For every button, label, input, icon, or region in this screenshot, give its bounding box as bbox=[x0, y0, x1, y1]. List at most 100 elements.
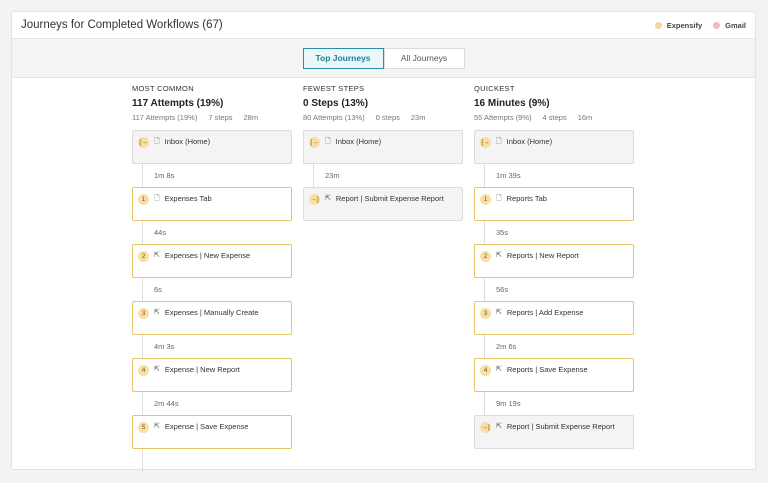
step-label: Reports | Save Expense bbox=[506, 365, 588, 374]
column-kicker: FEWEST STEPS bbox=[303, 84, 365, 93]
journey-step[interactable]: 5 ⇱ Expense | Save Expense bbox=[132, 415, 292, 449]
journey-column: QUICKEST 16 Minutes (9%) 55 Attempts (9%… bbox=[474, 84, 634, 449]
page-icon: 🗋 bbox=[496, 195, 502, 202]
column-kicker: MOST COMMON bbox=[132, 84, 194, 93]
step-badge: 2 bbox=[480, 251, 491, 262]
legend: Expensify Gmail bbox=[649, 21, 746, 30]
duration-label: 56s bbox=[496, 285, 509, 294]
step-badge: 4 bbox=[138, 365, 149, 376]
step-duration: 44s bbox=[132, 221, 292, 244]
meta-item: 80 Attempts (13%) bbox=[303, 113, 365, 122]
column-meta: 80 Attempts (13%) 0 steps 23m bbox=[303, 113, 463, 122]
step-label: Expenses | Manually Create bbox=[164, 308, 259, 317]
connector bbox=[484, 335, 485, 358]
step-label: Reports | Add Expense bbox=[506, 308, 584, 317]
journey-step[interactable]: 1 🗋 Expenses Tab bbox=[132, 187, 292, 221]
meta-item: 55 Attempts (9%) bbox=[474, 113, 532, 122]
connector bbox=[484, 221, 485, 244]
connector bbox=[142, 164, 143, 187]
card-header: Journeys for Completed Workflows (67) Ex… bbox=[12, 12, 755, 39]
click-icon: ⇱ bbox=[496, 366, 502, 373]
connector bbox=[142, 449, 143, 472]
connector bbox=[142, 221, 143, 244]
column-title: 117 Attempts (19%) bbox=[132, 98, 224, 109]
step-badge: 3 bbox=[480, 308, 491, 319]
column-meta: 55 Attempts (9%) 4 steps 16m bbox=[474, 113, 634, 122]
legend-label: Gmail bbox=[725, 20, 746, 30]
duration-label: 6s bbox=[154, 285, 162, 294]
view-toggle-bar: Top Journeys All Journeys bbox=[12, 39, 755, 78]
duration-label: 4m 3s bbox=[154, 342, 175, 351]
duration-label: 23m bbox=[325, 171, 340, 180]
journey-step[interactable]: 2 ⇱ Reports | New Report bbox=[474, 244, 634, 278]
step-duration: 4m 3s bbox=[132, 335, 292, 358]
step-label: Report | Submit Expense Report bbox=[335, 194, 444, 203]
page-icon: 🗋 bbox=[154, 195, 160, 202]
page-icon: 🗋 bbox=[325, 138, 331, 145]
step-badge: 5 bbox=[138, 422, 149, 433]
legend-dot-expensify bbox=[654, 21, 662, 29]
column-meta: 117 Attempts (19%) 7 steps 28m bbox=[132, 113, 292, 122]
step-duration: 56s bbox=[474, 278, 634, 301]
click-icon: ⇱ bbox=[154, 309, 160, 316]
tab-all-journeys[interactable]: All Journeys bbox=[383, 47, 465, 69]
click-icon: ⇱ bbox=[325, 195, 331, 202]
meta-item: 117 Attempts (19%) bbox=[132, 113, 198, 122]
step-badge: [→ bbox=[138, 137, 149, 148]
connector bbox=[142, 335, 143, 358]
journey-step[interactable]: →] ⇱ Report | Submit Expense Report bbox=[474, 415, 634, 449]
column-title: 16 Minutes (9%) bbox=[474, 98, 550, 109]
duration-label: 2m 6s bbox=[496, 342, 517, 351]
meta-item: 4 steps bbox=[542, 113, 567, 122]
step-label: Reports Tab bbox=[506, 194, 547, 203]
step-duration: 35s bbox=[474, 221, 634, 244]
journey-step[interactable]: 1 🗋 Reports Tab bbox=[474, 187, 634, 221]
step-badge: →] bbox=[309, 194, 320, 205]
duration-label: 35s bbox=[496, 228, 509, 237]
click-icon: ⇱ bbox=[496, 423, 502, 430]
click-icon: ⇱ bbox=[154, 366, 160, 373]
meta-item: 23m bbox=[410, 113, 426, 122]
journey-step[interactable]: 4 ⇱ Reports | Save Expense bbox=[474, 358, 634, 392]
legend-dot-gmail bbox=[713, 21, 721, 29]
step-badge: 3 bbox=[138, 308, 149, 319]
journey-step[interactable]: 2 ⇱ Expenses | New Expense bbox=[132, 244, 292, 278]
step-badge: [→ bbox=[480, 137, 491, 148]
click-icon: ⇱ bbox=[496, 252, 502, 259]
tab-top-journeys[interactable]: Top Journeys bbox=[302, 47, 384, 69]
duration-label: 1m 39s bbox=[496, 171, 521, 180]
meta-item: 0 steps bbox=[375, 113, 400, 122]
connector-tail bbox=[132, 449, 292, 472]
meta-item: 7 steps bbox=[208, 113, 233, 122]
meta-item: 16m bbox=[577, 113, 593, 122]
step-duration: 1m 8s bbox=[132, 164, 292, 187]
duration-label: 2m 44s bbox=[154, 399, 179, 408]
connector bbox=[142, 278, 143, 301]
journey-step[interactable]: [→ 🗋 Inbox (Home) bbox=[132, 130, 292, 164]
step-label: Expense | Save Expense bbox=[164, 422, 249, 431]
step-label: Inbox (Home) bbox=[335, 137, 382, 146]
step-label: Expenses Tab bbox=[164, 194, 212, 203]
journey-step[interactable]: 3 ⇱ Reports | Add Expense bbox=[474, 301, 634, 335]
step-badge: 1 bbox=[480, 194, 491, 205]
column-title: 0 Steps (13%) bbox=[303, 98, 369, 109]
connector bbox=[484, 164, 485, 187]
step-duration: 1m 39s bbox=[474, 164, 634, 187]
journey-column: FEWEST STEPS 0 Steps (13%) 80 Attempts (… bbox=[303, 84, 463, 221]
page-icon: 🗋 bbox=[154, 138, 160, 145]
step-duration: 2m 6s bbox=[474, 335, 634, 358]
journey-step[interactable]: →] ⇱ Report | Submit Expense Report bbox=[303, 187, 463, 221]
step-label: Reports | New Report bbox=[506, 251, 579, 260]
journeys-card: Journeys for Completed Workflows (67) Ex… bbox=[11, 11, 756, 470]
journey-step[interactable]: 3 ⇱ Expenses | Manually Create bbox=[132, 301, 292, 335]
click-icon: ⇱ bbox=[496, 309, 502, 316]
journey-step[interactable]: 4 ⇱ Expense | New Report bbox=[132, 358, 292, 392]
journey-step[interactable]: [→ 🗋 Inbox (Home) bbox=[474, 130, 634, 164]
step-badge: →] bbox=[480, 422, 491, 433]
step-duration: 6s bbox=[132, 278, 292, 301]
click-icon: ⇱ bbox=[154, 252, 160, 259]
click-icon: ⇱ bbox=[154, 423, 160, 430]
step-duration: 23m bbox=[303, 164, 463, 187]
card-title: Journeys for Completed Workflows (67) bbox=[21, 19, 223, 31]
journey-step[interactable]: [→ 🗋 Inbox (Home) bbox=[303, 130, 463, 164]
